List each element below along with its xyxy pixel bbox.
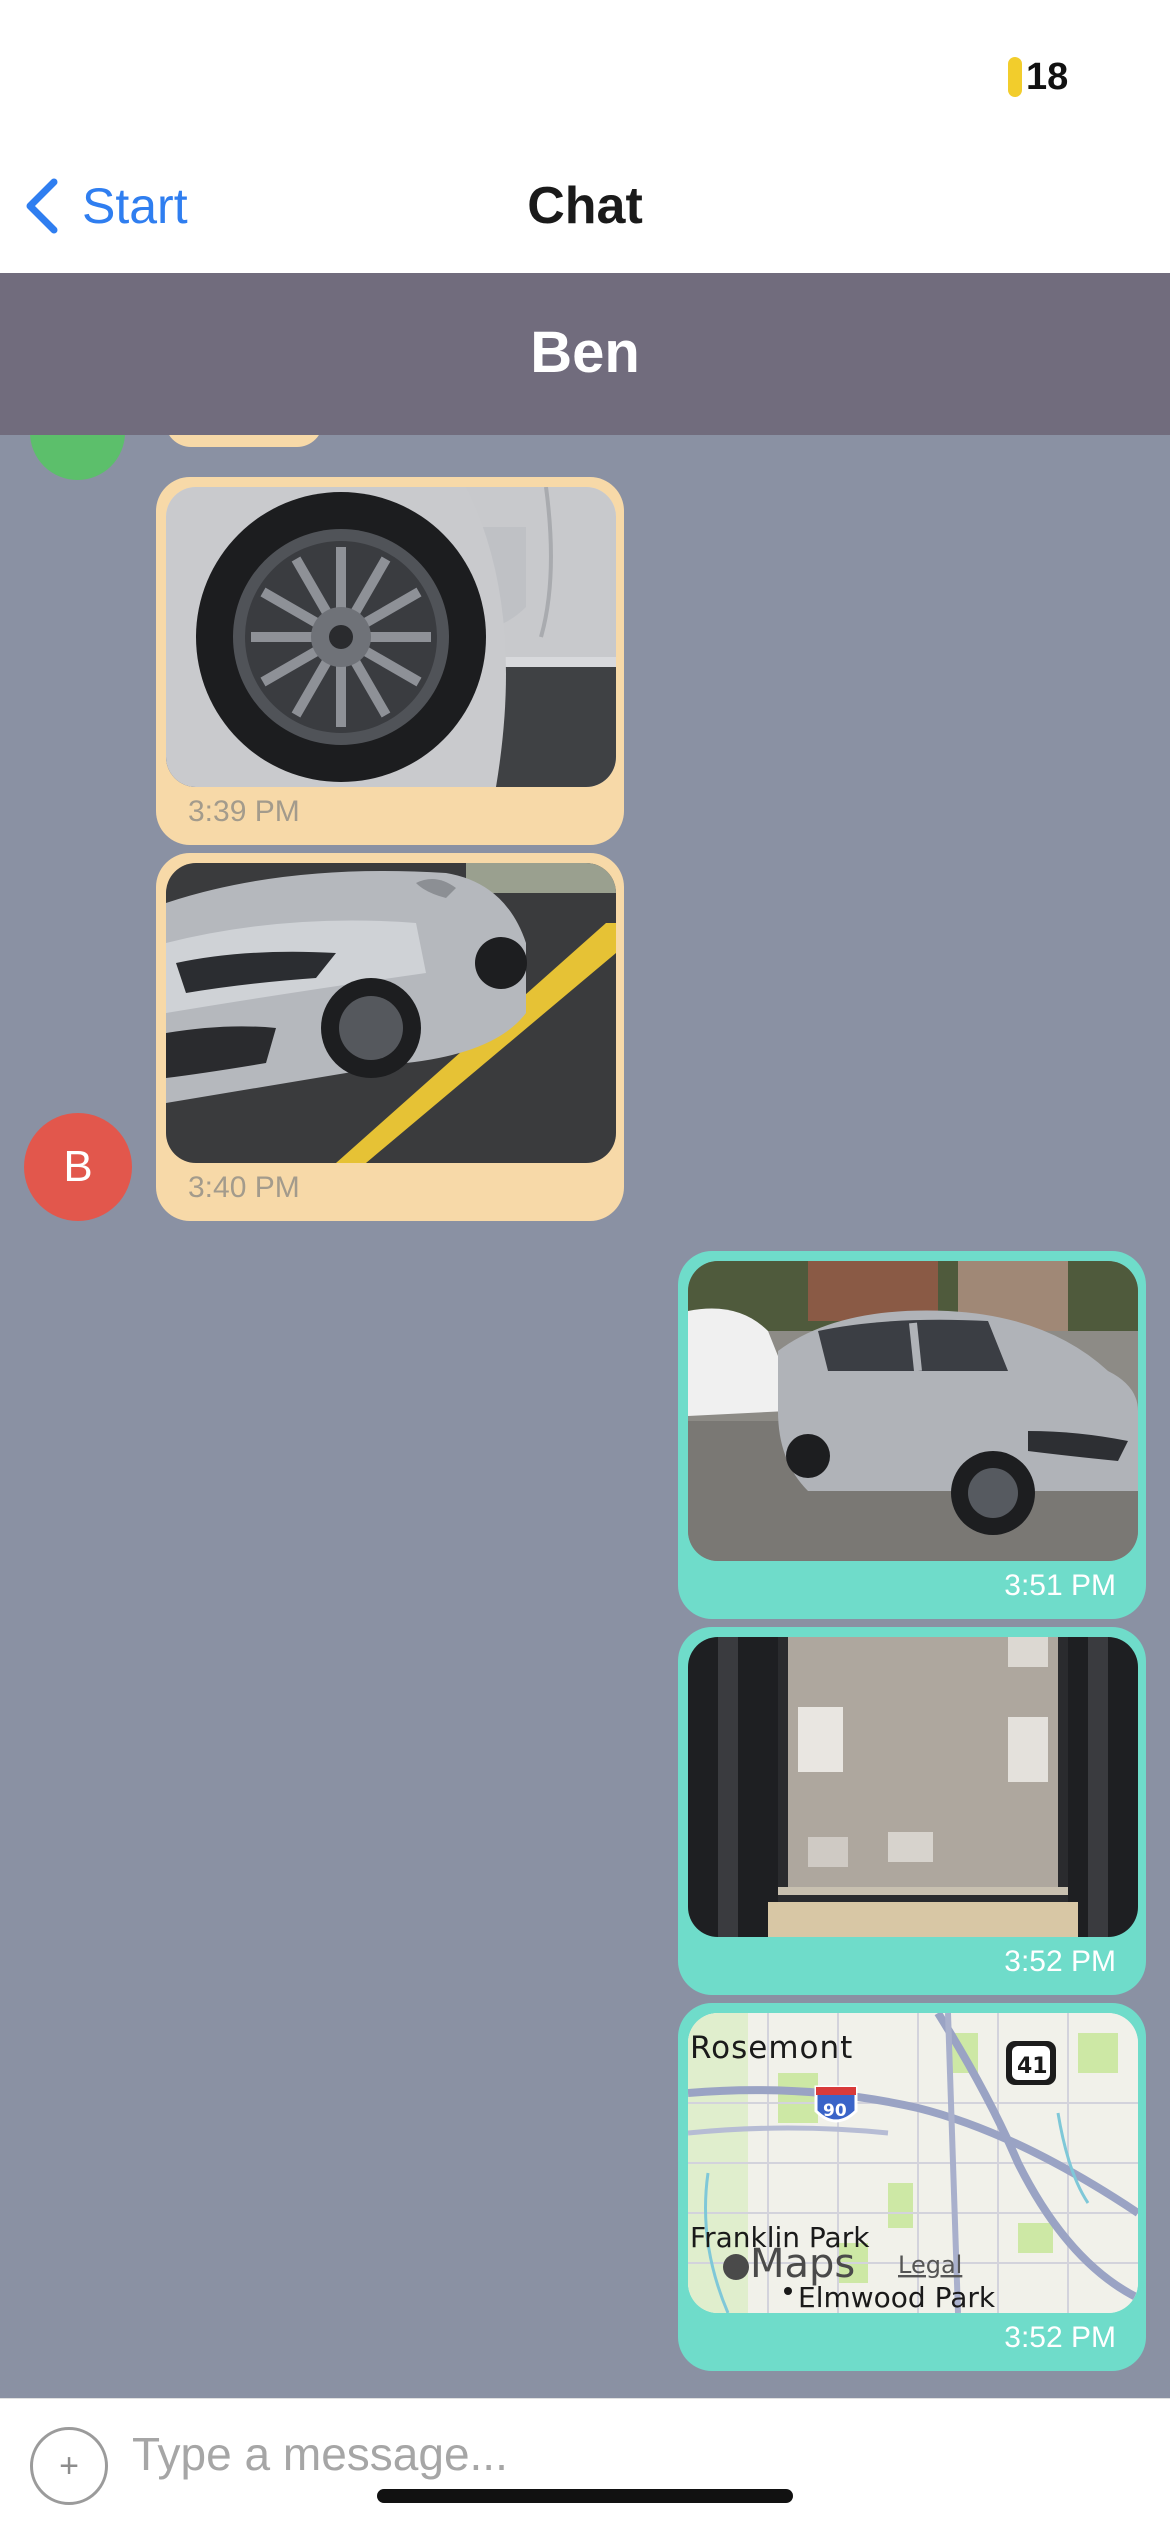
map-label-rosemont: Rosemont [690,2030,853,2066]
message-photo[interactable] [166,863,616,1163]
message-bubble-outgoing[interactable]: 3:51 PM [678,1251,1146,1619]
window-photo-image [688,1637,1138,1937]
message-timestamp: 3:39 PM [188,795,300,828]
map-shield-label: 41 [1017,2054,1048,2079]
message-bubble-incoming[interactable]: 3:39 PM [156,477,624,845]
car-street-photo-image [688,1261,1138,1561]
message-bubble-outgoing[interactable]: 3:52 PM [678,1627,1146,1995]
message-bubble-incoming[interactable]: 3:40 PM [156,853,624,1221]
contact-name: Ben [530,320,640,385]
wheel-photo-image [166,487,616,787]
add-attachment-button[interactable]: + [30,2427,108,2505]
chat-screen: 18 Start Chat Ben 3:39 PM 3:40 PM B 3:51… [0,0,1170,2532]
message-composer: + [0,2398,1170,2532]
message-photo[interactable] [688,1261,1138,1561]
message-list[interactable]: 3:39 PM 3:40 PM B 3:51 PM 3:52 PM Rosemo… [0,435,1170,2398]
message-photo[interactable] [166,487,616,787]
navigation-bar: Start Chat [0,150,1170,273]
us-route-shield-icon: 41 [1006,2041,1056,2085]
battery-level: 18 [1026,55,1069,98]
apple-logo-icon [723,2254,749,2280]
message-timestamp: 3:51 PM [1004,1569,1116,1602]
avatar[interactable]: B [24,1113,132,1221]
car-front-photo-image [166,863,616,1163]
chat-header: Ben [0,273,1170,435]
message-timestamp: 3:40 PM [188,1171,300,1204]
message-bubble-partial[interactable] [165,435,323,447]
message-bubble-outgoing[interactable]: Rosemont 90 41 Franklin Park Maps Legal … [678,2003,1146,2371]
message-timestamp: 3:52 PM [1004,1945,1116,1978]
location-map[interactable]: Rosemont 90 41 Franklin Park Maps Legal … [688,2013,1138,2313]
battery-icon [1008,57,1022,97]
map-shield-label: 90 [823,2101,847,2121]
battery-indicator: 18 [1008,54,1068,100]
avatar [30,435,125,480]
interstate-shield-icon: 90 [814,2085,858,2123]
map-label-elmwood-park: Elmwood Park [798,2281,996,2313]
status-bar: 18 [0,0,1170,150]
map-image: Rosemont 90 41 Franklin Park Maps Legal … [688,2013,1138,2313]
home-indicator[interactable] [377,2489,793,2503]
message-timestamp: 3:52 PM [1004,2321,1116,2354]
message-input[interactable] [132,2419,1112,2489]
plus-icon: + [59,2446,79,2485]
map-legal-link[interactable]: Legal [898,2251,962,2279]
avatar-initial: B [63,1142,93,1191]
page-title: Chat [527,177,643,235]
message-photo[interactable] [688,1637,1138,1937]
